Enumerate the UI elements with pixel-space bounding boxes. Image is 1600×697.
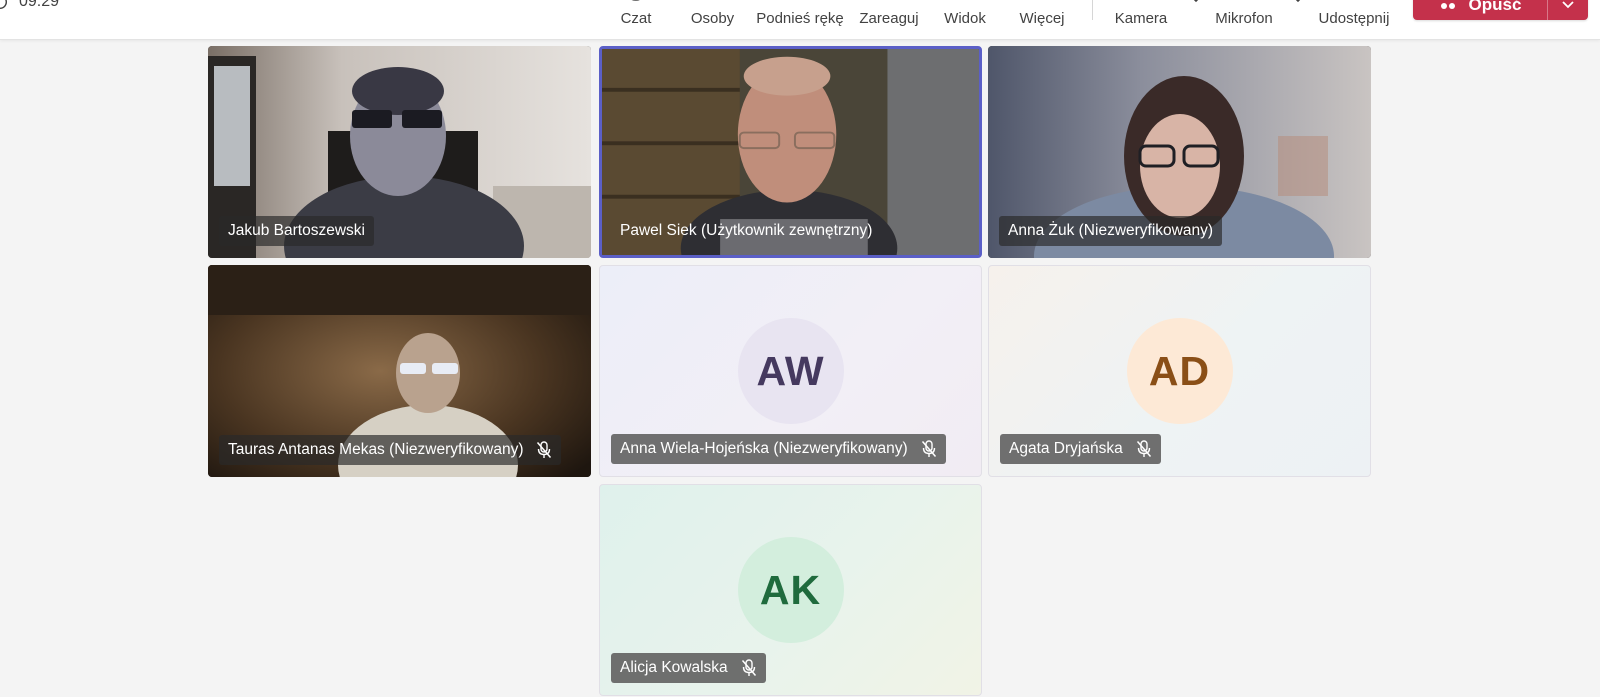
participant-name: Jakub Bartoszewski: [228, 222, 365, 239]
mic-off-icon: [741, 659, 756, 676]
participant-nameplate: Tauras Antanas Mekas (Niezweryfikowany): [219, 435, 562, 465]
chat-icon: [631, 0, 640, 1]
leave-button[interactable]: Opuść: [1413, 0, 1588, 20]
avatar: AD: [1126, 318, 1233, 424]
participant-name: Anna Wiela-Hojeńska (Niezweryfikowany): [620, 440, 908, 457]
participant-tile-video[interactable]: Tauras Antanas Mekas (Niezweryfikowany): [208, 265, 591, 477]
raise-hand-button[interactable]: Podnieś rękę: [754, 0, 846, 38]
toolbar-separator: [1092, 0, 1093, 20]
participant-nameplate: Anna Żuk (Niezweryfikowany): [999, 216, 1223, 246]
people-button[interactable]: Osoby: [685, 0, 740, 38]
clock-icon: [0, 0, 8, 10]
leave-button-label: Opuść: [1468, 0, 1522, 14]
view-button-label: Widok: [944, 10, 986, 27]
participant-name: Alicja Kowalska: [620, 659, 728, 676]
participant-tile-avatar[interactable]: AW Anna Wiela-Hojeńska (Niezweryfikowany…: [599, 265, 982, 477]
share-button[interactable]: Udostępnij: [1314, 0, 1394, 38]
mic-off-icon: [537, 441, 552, 458]
camera-button[interactable]: Kamera: [1110, 0, 1199, 38]
participant-nameplate: Agata Dryjańska: [1000, 434, 1161, 464]
avatar-initials: AW: [756, 347, 825, 394]
participant-tile-video[interactable]: Anna Żuk (Niezweryfikowany): [988, 46, 1371, 258]
participant-tile-avatar[interactable]: AK Alicja Kowalska: [599, 484, 982, 696]
leave-main[interactable]: Opuść: [1413, 0, 1547, 20]
mic-button-label: Mikrofon: [1215, 10, 1273, 27]
mic-off-icon: [921, 440, 936, 457]
chat-button-label: Czat: [620, 10, 652, 27]
meeting-timer-text: 09:29: [19, 0, 60, 10]
participant-name: Pawel Siek (Użytkownik zewnętrzny): [620, 222, 873, 239]
people-button-label: Osoby: [690, 10, 735, 27]
more-button-label: Więcej: [1019, 10, 1065, 27]
leave-dropdown[interactable]: [1547, 0, 1588, 20]
participant-tile-video-active[interactable]: Pawel Siek (Użytkownik zewnętrzny): [599, 46, 982, 258]
avatar-initials: AD: [1148, 347, 1211, 394]
participant-tile-video[interactable]: Jakub Bartoszewski: [208, 46, 591, 258]
meeting-toolbar: 09:29 Czat Osoby Podnieś rękę Zareaguj W…: [0, 0, 1600, 40]
chevron-down-icon: [1562, 1, 1574, 9]
more-button[interactable]: Więcej: [1016, 0, 1068, 38]
avatar: AW: [737, 318, 844, 424]
participant-name: Tauras Antanas Mekas (Niezweryfikowany): [228, 441, 524, 458]
participant-name: Anna Żuk (Niezweryfikowany): [1008, 222, 1214, 239]
phone-hangup-icon: [1440, 3, 1455, 9]
raise-hand-button-label: Podnieś rękę: [756, 10, 844, 27]
mic-off-icon: [1136, 440, 1151, 457]
camera-button-label: Kamera: [1114, 10, 1168, 27]
people-icon: [703, 0, 723, 8]
participant-nameplate: Alicja Kowalska: [611, 653, 766, 683]
mic-button[interactable]: Mikrofon: [1210, 0, 1301, 38]
participant-tile-avatar[interactable]: AD Agata Dryjańska: [988, 265, 1371, 477]
react-button-label: Zareaguj: [859, 10, 919, 27]
share-button-label: Udostępnij: [1318, 10, 1390, 27]
avatar: AK: [737, 537, 844, 643]
avatar-initials: AK: [759, 566, 822, 613]
chat-button[interactable]: Czat: [616, 0, 656, 38]
meeting-timer: 09:29: [0, 0, 59, 12]
participant-name: Agata Dryjańska: [1009, 440, 1123, 457]
mic-options-chevron-icon: [1295, 0, 1301, 3]
participant-nameplate: Pawel Siek (Użytkownik zewnętrzny): [611, 216, 881, 246]
view-button[interactable]: Widok: [940, 0, 990, 38]
camera-options-chevron-icon: [1193, 0, 1199, 3]
participant-nameplate: Anna Wiela-Hojeńska (Niezweryfikowany): [611, 434, 946, 464]
react-button[interactable]: Zareaguj: [855, 0, 923, 38]
participant-nameplate: Jakub Bartoszewski: [219, 216, 374, 246]
react-icon: [879, 0, 899, 8]
